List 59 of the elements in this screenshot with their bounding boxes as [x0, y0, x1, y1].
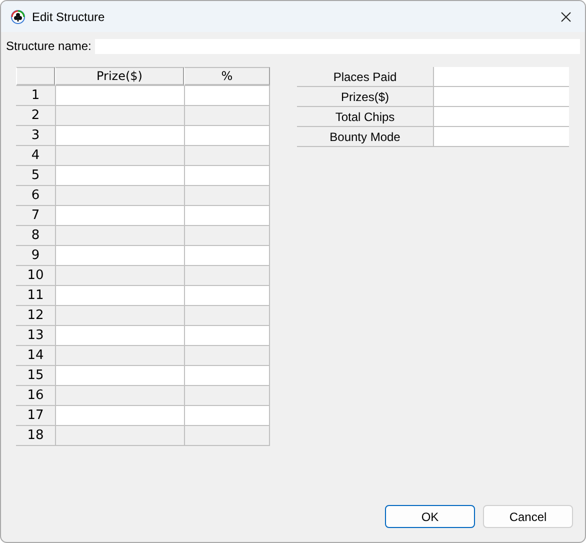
row-number: 13 — [16, 326, 55, 346]
corner-header — [16, 67, 55, 86]
setting-value-field[interactable] — [433, 67, 569, 87]
row-number: 2 — [16, 106, 55, 126]
row-number: 10 — [16, 266, 55, 286]
table-cell[interactable] — [55, 266, 184, 286]
table-cell[interactable] — [55, 426, 184, 446]
setting-value-field[interactable] — [433, 127, 569, 147]
table-cell[interactable] — [184, 286, 270, 306]
table-cell[interactable] — [184, 326, 270, 346]
ok-button[interactable]: OK — [385, 505, 475, 528]
table-cell[interactable] — [55, 366, 184, 386]
column-header[interactable]: % — [184, 67, 270, 86]
table-cell[interactable] — [55, 106, 184, 126]
table-cell[interactable] — [184, 166, 270, 186]
table-cell[interactable] — [55, 346, 184, 366]
table-cell[interactable] — [55, 166, 184, 186]
table-cell[interactable] — [184, 386, 270, 406]
table-cell[interactable] — [55, 86, 184, 106]
table-cell[interactable] — [55, 246, 184, 266]
table-cell[interactable] — [184, 406, 270, 426]
club-logo-icon — [11, 10, 25, 24]
table-cell[interactable] — [184, 366, 270, 386]
table-cell[interactable] — [184, 206, 270, 226]
table-cell[interactable] — [55, 286, 184, 306]
table-cell[interactable] — [55, 126, 184, 146]
row-number: 6 — [16, 186, 55, 206]
setting-value-field[interactable] — [433, 87, 569, 107]
table-cell[interactable] — [55, 226, 184, 246]
row-number: 12 — [16, 306, 55, 326]
row-number: 18 — [16, 426, 55, 446]
table-cell[interactable] — [55, 206, 184, 226]
row-number: 16 — [16, 386, 55, 406]
table-cell[interactable] — [55, 406, 184, 426]
table-cell[interactable] — [184, 226, 270, 246]
table-cell[interactable] — [55, 306, 184, 326]
table-cell[interactable] — [55, 186, 184, 206]
row-number: 3 — [16, 126, 55, 146]
cancel-button[interactable]: Cancel — [483, 505, 573, 528]
row-number: 9 — [16, 246, 55, 266]
table-cell[interactable] — [184, 186, 270, 206]
table-cell[interactable] — [55, 386, 184, 406]
table-cell[interactable] — [184, 106, 270, 126]
table-cell[interactable] — [184, 146, 270, 166]
table-cell[interactable] — [184, 426, 270, 446]
table-cell[interactable] — [184, 86, 270, 106]
table-cell[interactable] — [55, 146, 184, 166]
table-cell[interactable] — [55, 326, 184, 346]
table-cell[interactable] — [184, 306, 270, 326]
setting-value-field[interactable] — [433, 107, 569, 127]
column-header[interactable]: Prize($) — [55, 67, 184, 86]
table-cell[interactable] — [184, 126, 270, 146]
table-cell[interactable] — [184, 246, 270, 266]
close-icon[interactable] — [561, 12, 571, 22]
structure-name-label: Structure name: — [6, 39, 92, 53]
window-title: Edit Structure — [32, 10, 106, 24]
table-cell[interactable] — [184, 346, 270, 366]
row-number: 8 — [16, 226, 55, 246]
table-cell[interactable] — [184, 266, 270, 286]
